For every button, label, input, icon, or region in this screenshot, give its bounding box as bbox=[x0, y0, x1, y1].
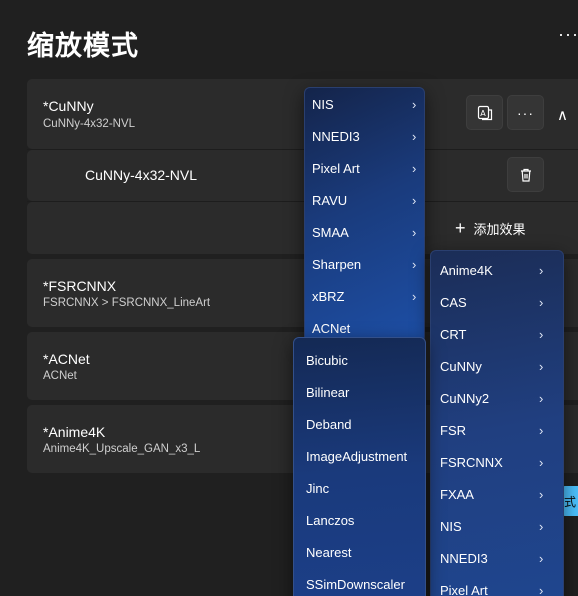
menu-item-pixel-art[interactable]: Pixel Art › bbox=[305, 152, 424, 184]
chevron-right-icon: › bbox=[412, 288, 417, 304]
menu-item-xbrz[interactable]: xBRZ › bbox=[305, 280, 424, 312]
menu-item-cas[interactable]: CAS › bbox=[431, 286, 563, 318]
chevron-right-icon: › bbox=[412, 192, 417, 208]
card-title: *FSRCNNX bbox=[43, 278, 117, 294]
menu-item-nis[interactable]: NIS › bbox=[431, 510, 563, 542]
menu-item-fsr[interactable]: FSR › bbox=[431, 414, 563, 446]
add-effect-button[interactable]: + 添加效果 bbox=[455, 219, 526, 238]
card-subtitle: CuNNy-4x32-NVL bbox=[43, 118, 136, 130]
card-title: *Anime4K bbox=[43, 424, 106, 440]
menu-item-imageadjustment[interactable]: ImageAdjustment bbox=[294, 440, 425, 472]
collapse-chevron-icon[interactable]: ∧ bbox=[557, 106, 568, 124]
effect-name: CuNNy-4x32-NVL bbox=[85, 167, 198, 183]
menu-item-fsrcnnx[interactable]: FSRCNNX › bbox=[431, 446, 563, 478]
menu-item-ssimdownscaler[interactable]: SSimDownscaler bbox=[294, 568, 425, 596]
chevron-right-icon: › bbox=[412, 96, 417, 112]
chevron-right-icon: › bbox=[412, 256, 417, 272]
menu-item-pixel-art[interactable]: Pixel Art › bbox=[431, 574, 563, 596]
effect-category-menu: NIS › NNEDI3 › Pixel Art › RAVU › SMAA ›… bbox=[304, 87, 425, 343]
chevron-right-icon: › bbox=[539, 262, 544, 278]
menu-item-nnedi3[interactable]: NNEDI3 › bbox=[431, 542, 563, 574]
menu-item-bilinear[interactable]: Bilinear bbox=[294, 376, 425, 408]
more-options-button[interactable]: ··· bbox=[558, 24, 578, 45]
card-more-button[interactable]: ··· bbox=[507, 95, 544, 130]
chevron-right-icon: › bbox=[539, 390, 544, 406]
chevron-right-icon: › bbox=[539, 294, 544, 310]
chevron-right-icon: › bbox=[539, 550, 544, 566]
menu-item-crt[interactable]: CRT › bbox=[431, 318, 563, 350]
chevron-right-icon: › bbox=[539, 422, 544, 438]
menu-item-sharpen[interactable]: Sharpen › bbox=[305, 248, 424, 280]
chevron-right-icon: › bbox=[539, 518, 544, 534]
chevron-right-icon: › bbox=[539, 486, 544, 502]
menu-item-anime4k[interactable]: Anime4K › bbox=[431, 254, 563, 286]
card-title: *CuNNy bbox=[43, 98, 94, 114]
effect-submenu: Anime4K › CAS › CRT › CuNNy › CuNNy2 › F… bbox=[430, 250, 564, 596]
add-effect-label: 添加效果 bbox=[473, 222, 526, 237]
chevron-right-icon: › bbox=[539, 326, 544, 342]
menu-item-smaa[interactable]: SMAA › bbox=[305, 216, 424, 248]
menu-item-ravu[interactable]: RAVU › bbox=[305, 184, 424, 216]
menu-item-lanczos[interactable]: Lanczos bbox=[294, 504, 425, 536]
menu-item-cunny[interactable]: CuNNy › bbox=[431, 350, 563, 382]
chevron-right-icon: › bbox=[539, 358, 544, 374]
page-title: 缩放模式 bbox=[27, 31, 139, 62]
chevron-right-icon: › bbox=[412, 224, 417, 240]
more-icon: ··· bbox=[517, 104, 534, 121]
menu-item-jinc[interactable]: Jinc bbox=[294, 472, 425, 504]
chevron-right-icon: › bbox=[539, 454, 544, 470]
trash-icon bbox=[520, 168, 531, 182]
rename-button[interactable]: A bbox=[466, 95, 503, 130]
chevron-right-icon: › bbox=[412, 160, 417, 176]
delete-effect-button[interactable] bbox=[507, 157, 544, 192]
chevron-right-icon: › bbox=[539, 582, 544, 596]
rename-icon: A bbox=[477, 105, 492, 120]
plus-icon: + bbox=[455, 218, 466, 238]
card-subtitle: ACNet bbox=[43, 370, 77, 382]
chevron-right-icon: › bbox=[412, 128, 417, 144]
card-title: *ACNet bbox=[43, 351, 90, 367]
menu-item-deband[interactable]: Deband bbox=[294, 408, 425, 440]
menu-item-nnedi3[interactable]: NNEDI3 › bbox=[305, 120, 424, 152]
menu-item-bicubic[interactable]: Bicubic bbox=[294, 344, 425, 376]
menu-item-fxaa[interactable]: FXAA › bbox=[431, 478, 563, 510]
card-subtitle: FSRCNNX > FSRCNNX_LineArt bbox=[43, 297, 211, 309]
menu-item-nis[interactable]: NIS › bbox=[305, 88, 424, 120]
menu-item-nearest[interactable]: Nearest bbox=[294, 536, 425, 568]
menu-item-cunny2[interactable]: CuNNy2 › bbox=[431, 382, 563, 414]
card-subtitle: Anime4K_Upscale_GAN_x3_L bbox=[43, 443, 201, 455]
svg-text:A: A bbox=[480, 109, 486, 118]
effect-list-menu: Bicubic Bilinear Deband ImageAdjustment … bbox=[293, 337, 426, 596]
